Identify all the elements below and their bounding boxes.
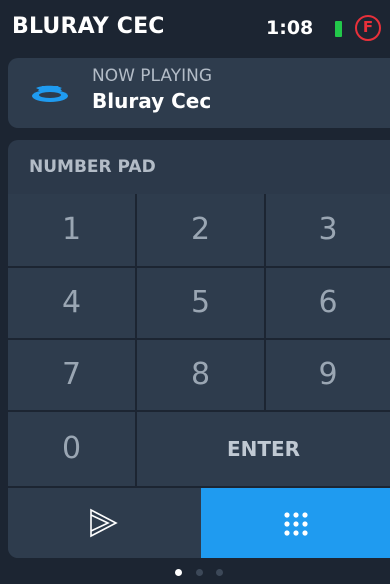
- number-pad-grid: 1 2 3 4 5 6 7 8 9 0 ENTER: [8, 194, 390, 488]
- app-title: BLURAY CEC: [12, 14, 165, 39]
- key-4[interactable]: 4: [8, 268, 137, 340]
- clock: 1:08: [266, 17, 314, 39]
- key-9[interactable]: 9: [266, 340, 390, 412]
- key-2[interactable]: 2: [137, 194, 266, 268]
- key-8[interactable]: 8: [137, 340, 266, 412]
- tab-number-pad[interactable]: [201, 488, 390, 558]
- page-dot-2[interactable]: [196, 569, 203, 576]
- header: BLURAY CEC 1:08 F: [0, 0, 390, 56]
- battery-icon: [335, 21, 342, 37]
- enter-button[interactable]: ENTER: [137, 412, 390, 488]
- bluray-disc-icon: [32, 85, 68, 102]
- key-3[interactable]: 3: [266, 194, 390, 268]
- bottom-tab-bar: [8, 488, 390, 558]
- now-playing-label: NOW PLAYING: [92, 66, 213, 86]
- number-pad-label: NUMBER PAD: [29, 157, 156, 177]
- keypad-grid-icon: [284, 512, 308, 536]
- key-1[interactable]: 1: [8, 194, 137, 268]
- play-icon: [90, 508, 118, 538]
- page-indicator[interactable]: [0, 566, 390, 578]
- now-playing-card[interactable]: NOW PLAYING Bluray Cec: [8, 58, 390, 128]
- page-dot-3[interactable]: [216, 569, 223, 576]
- key-6[interactable]: 6: [266, 268, 390, 340]
- key-0[interactable]: 0: [8, 412, 137, 488]
- page-dot-1[interactable]: [175, 569, 182, 576]
- number-pad-card: NUMBER PAD 1 2 3 4 5 6 7 8 9 0 ENTER: [8, 140, 390, 558]
- now-playing-title: Bluray Cec: [92, 89, 212, 113]
- key-7[interactable]: 7: [8, 340, 137, 412]
- favorite-badge-icon[interactable]: F: [355, 15, 381, 41]
- key-5[interactable]: 5: [137, 268, 266, 340]
- tab-transport[interactable]: [8, 488, 201, 558]
- number-pad-header: NUMBER PAD: [8, 140, 390, 194]
